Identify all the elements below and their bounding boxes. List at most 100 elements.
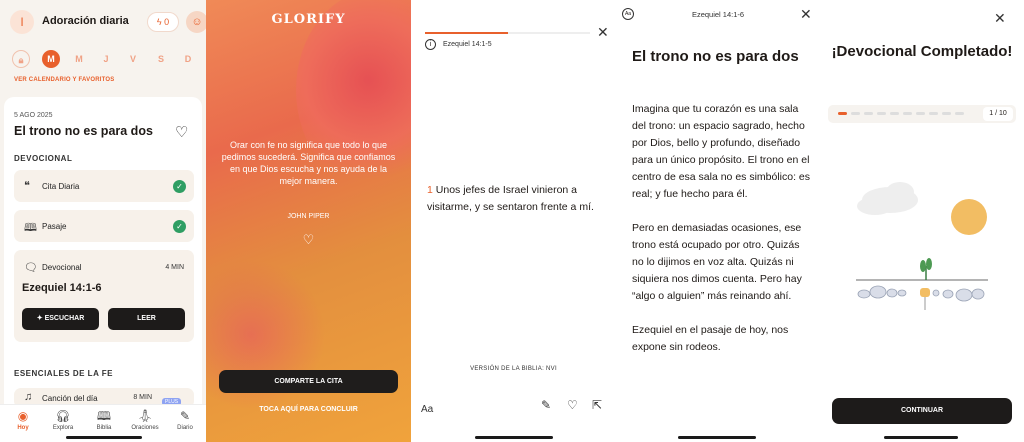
section-essentials: ESENCIALES DE LA FE	[14, 369, 113, 378]
progress-segment	[851, 112, 860, 115]
tab-label: Oraciones	[131, 425, 159, 431]
continue-button[interactable]: CONTINUAR	[832, 398, 1012, 424]
praying-hands-icon: 🙏︎	[137, 409, 153, 423]
listen-button[interactable]: ✦ ESCUCHAR	[22, 308, 99, 330]
tab-biblia[interactable]: 🕮︎ Biblia	[85, 409, 123, 431]
calendar-link[interactable]: VER CALENDARIO Y FAVORITOS	[14, 77, 114, 83]
sparkle-icon: ✦	[36, 315, 43, 322]
devotional-date: 5 AGO 2025	[14, 112, 53, 119]
section-devotional: DEVOCIONAL	[14, 154, 73, 163]
finish-link[interactable]: TOCA AQUÍ PARA CONCLUIR	[206, 406, 411, 413]
listen-label: ESCUCHAR	[44, 315, 85, 322]
avatar[interactable]: I	[10, 10, 34, 34]
pen-icon: ✎	[179, 409, 191, 423]
verse-number: 1	[427, 184, 433, 196]
check-icon: ✓	[173, 220, 186, 233]
devotional-body: Imagina que tu corazón es una sala del t…	[632, 101, 810, 373]
font-size-button[interactable]: Aa	[421, 404, 433, 415]
passage-reference: Ezequiel 14:1-5	[443, 41, 492, 48]
week-days: 🔒︎ M M J V S D	[12, 50, 196, 68]
item-label: Cita Diaria	[42, 182, 80, 191]
day-selector[interactable]: J	[97, 50, 115, 68]
duration: 4 MIN	[165, 264, 184, 271]
info-icon[interactable]: i	[425, 39, 436, 50]
tab-label: Diario	[177, 425, 193, 431]
day-selector[interactable]: S	[152, 50, 170, 68]
bible-version: VERSIÓN DE LA BIBLIA: NVI	[470, 366, 557, 372]
day-selector[interactable]: V	[124, 50, 142, 68]
cloud-graphic	[857, 182, 918, 215]
heart-icon[interactable]: ♡	[567, 398, 578, 412]
day-selector[interactable]: M	[42, 50, 60, 68]
home-icon: ◉	[17, 409, 29, 423]
growth-illustration	[856, 182, 988, 310]
duration: 8 MIN	[133, 394, 152, 401]
item-label: Pasaje	[42, 222, 67, 231]
progress-segment	[877, 112, 886, 115]
passage-screen: ✕ i Ezequiel 14:1-5 1 Unos jefes de Isra…	[411, 0, 616, 442]
edit-note-icon[interactable]: ✎	[541, 398, 551, 412]
progress-segment	[864, 112, 873, 115]
share-quote-button[interactable]: COMPARTE LA CITA	[219, 370, 398, 393]
devotional-title: El trono no es para dos	[14, 124, 153, 138]
passage-reference: Ezequiel 14:1-6	[691, 10, 745, 19]
tab-oraciones[interactable]: 🙏︎ Oraciones	[126, 409, 164, 431]
bible-icon: 🕮︎	[96, 409, 112, 423]
verse-text: Unos jefes de Israel vinieron a visitarm…	[427, 184, 594, 213]
tab-hoy[interactable]: ◉ Hoy	[4, 409, 42, 431]
quote-author: JOHN PIPER	[287, 213, 330, 220]
tab-label: Hoy	[17, 425, 29, 431]
friends-icon[interactable]: ☺	[186, 11, 206, 33]
item-label: Devocional	[42, 263, 82, 272]
quote-icon: ❝	[24, 180, 30, 192]
headphones-icon: 🎧︎	[55, 409, 71, 423]
day-selector[interactable]: D	[179, 50, 197, 68]
lock-icon[interactable]: 🔒︎	[12, 50, 30, 68]
check-icon: ✓	[173, 180, 186, 193]
chat-icon: 🗨︎	[24, 262, 38, 274]
reading-screen: Aa Ezequiel 14:1-6 ✕ El trono no es para…	[616, 0, 820, 442]
paragraph: Imagina que tu corazón es una sala del t…	[632, 103, 811, 200]
complete-screen: ✕ ¡Devocional Completado! 1 / 10 CONTINU…	[820, 0, 1024, 442]
progress-segment	[916, 112, 925, 115]
page-title: Adoración diaria	[42, 15, 129, 27]
progress-segment	[942, 112, 951, 115]
app-logo: GLORIFY	[271, 12, 346, 27]
streak-count: 0	[164, 17, 170, 27]
item-pasaje[interactable]: 🕮︎ Pasaje ✓	[14, 210, 194, 242]
tab-label: Biblia	[96, 425, 112, 431]
streak-badge[interactable]: ϟ 0	[147, 12, 179, 32]
quote-screen: GLORIFY Orar con fe no significa que tod…	[206, 0, 411, 442]
completion-title: ¡Devocional Completado!	[831, 43, 1013, 60]
share-icon[interactable]: ⇱	[592, 398, 602, 412]
passage-reference: Ezequiel 14:1-6	[22, 282, 102, 294]
tab-diario[interactable]: ✎ Diario	[166, 409, 204, 431]
reading-progress-bar	[425, 32, 590, 34]
home-header: I Adoración diaria ϟ 0 ☺	[10, 10, 206, 34]
sun-graphic	[951, 199, 987, 235]
close-icon[interactable]: ✕	[800, 6, 812, 23]
progress-segment	[890, 112, 899, 115]
home-indicator	[475, 436, 553, 439]
tab-explora[interactable]: 🎧︎ Explora	[44, 409, 82, 431]
progress-segment	[929, 112, 938, 115]
read-button[interactable]: LEER	[108, 308, 185, 330]
heart-icon[interactable]: ♡	[206, 232, 411, 248]
progress-fill	[425, 32, 508, 34]
close-icon[interactable]: ✕	[597, 24, 609, 41]
home-indicator	[678, 436, 756, 439]
day-selector[interactable]: M	[70, 50, 88, 68]
close-icon[interactable]: ✕	[994, 10, 1006, 27]
item-devocional[interactable]: 🗨︎ Devocional 4 MIN Ezequiel 14:1-6 ✦ ES…	[14, 250, 194, 342]
home-screen: I Adoración diaria ϟ 0 ☺ 🔒︎ M M J V S D …	[0, 0, 206, 442]
progress-count: 1 / 10	[983, 107, 1013, 121]
progress-segment	[903, 112, 912, 115]
heart-icon[interactable]: ♡	[175, 123, 188, 141]
item-label: Canción del día	[42, 394, 98, 403]
item-cita-diaria[interactable]: ❝ Cita Diaria ✓	[14, 170, 194, 202]
home-indicator	[66, 436, 142, 439]
book-icon: 🕮︎	[24, 222, 37, 234]
lightning-icon: ϟ	[156, 17, 162, 27]
progress-segment	[838, 112, 847, 115]
music-icon: ♫	[24, 391, 33, 403]
